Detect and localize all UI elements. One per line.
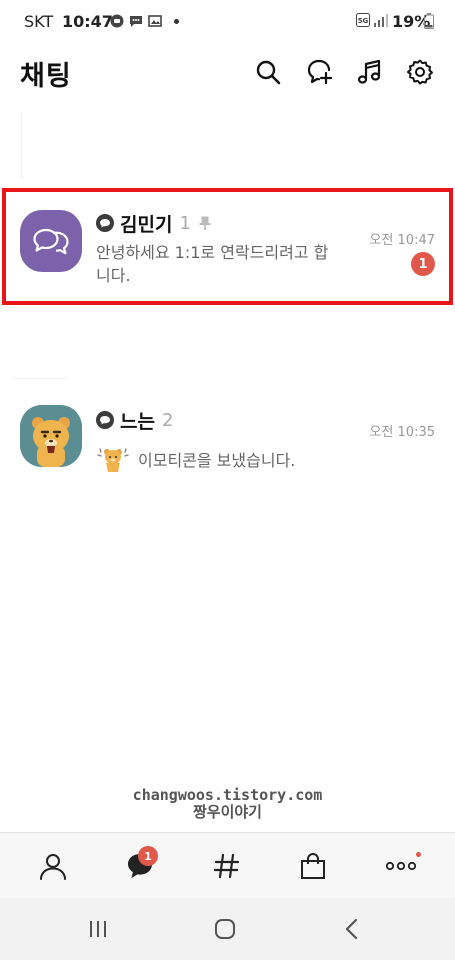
new-dot <box>416 852 421 857</box>
member-count: 2 <box>161 409 174 431</box>
chat-title-line: 느는 2 <box>96 408 174 433</box>
pin-icon <box>199 216 211 230</box>
friends-tab[interactable] <box>36 849 70 883</box>
avatar[interactable] <box>20 210 82 272</box>
hashtag-icon <box>213 853 240 879</box>
more-dots-icon <box>385 861 417 871</box>
chat-list-item[interactable]: 느는 2 이모티콘을 보냈습니다. 오전 10:35 <box>0 385 455 485</box>
search-icon[interactable] <box>254 58 282 86</box>
avatar[interactable] <box>20 405 82 467</box>
back-icon[interactable] <box>340 917 366 941</box>
settings-icon[interactable] <box>406 58 434 86</box>
signal-icon <box>374 14 388 27</box>
network-5g-icon: 5G <box>356 13 370 27</box>
recent-apps-icon[interactable] <box>85 917 111 941</box>
chat-title-line: 김민기 1 <box>96 211 211 236</box>
status-bar: SKT 10:47 5G 19% <box>0 0 455 44</box>
music-icon[interactable] <box>356 58 384 86</box>
chat-name: 느는 <box>120 410 155 433</box>
new-chat-icon[interactable] <box>306 58 334 86</box>
last-message-text: 이모티콘을 보냈습니다. <box>138 450 296 470</box>
page-title: 채팅 <box>20 61 72 92</box>
notification-dot <box>174 19 179 24</box>
battery-icon <box>424 13 434 29</box>
watermark-blog-name: 짱우이야기 <box>192 803 262 821</box>
member-count: 1 <box>179 212 191 234</box>
divider <box>21 112 22 178</box>
person-icon <box>40 854 66 880</box>
system-nav-bar <box>0 898 455 960</box>
talk-icon <box>110 14 124 28</box>
carrier-label: SKT <box>24 12 54 31</box>
chat-bubble-icon <box>96 411 114 429</box>
emoticon-icon <box>97 448 129 472</box>
more-tab[interactable] <box>384 849 418 883</box>
openchat-tab[interactable] <box>210 849 244 883</box>
chat-list-item[interactable]: 김민기 1 안녕하세요 1:1로 연락드리려고 합니다. 오전 10:47 1 <box>0 186 455 306</box>
bottom-tab-bar: 1 <box>0 832 455 898</box>
clock: 10:47 <box>62 12 113 31</box>
message-icon <box>130 16 142 27</box>
shopping-tab[interactable] <box>296 849 330 883</box>
chat-name: 김민기 <box>120 213 173 236</box>
divider <box>12 378 68 379</box>
last-message-preview: 안녕하세요 1:1로 연락드리려고 합니다. <box>96 243 329 285</box>
shopping-bag-icon <box>301 853 325 879</box>
home-icon[interactable] <box>212 917 238 941</box>
app-header: 채팅 <box>0 44 455 104</box>
unread-badge: 1 <box>138 846 158 866</box>
watermark-url: changwoos.tistory.com <box>132 786 323 804</box>
svg-text:5G: 5G <box>358 17 369 25</box>
gallery-icon <box>148 15 162 27</box>
ryan-character-icon <box>20 405 82 467</box>
chat-bubbles-icon <box>33 228 69 255</box>
unread-badge: 1 <box>411 252 435 276</box>
watermark: changwoos.tistory.com 짱우이야기 <box>0 787 455 821</box>
chat-bubble-icon <box>96 214 114 232</box>
timestamp: 오전 10:35 <box>369 425 435 440</box>
timestamp: 오전 10:47 <box>369 233 435 248</box>
last-message-preview: 이모티콘을 보냈습니다. <box>96 443 295 477</box>
